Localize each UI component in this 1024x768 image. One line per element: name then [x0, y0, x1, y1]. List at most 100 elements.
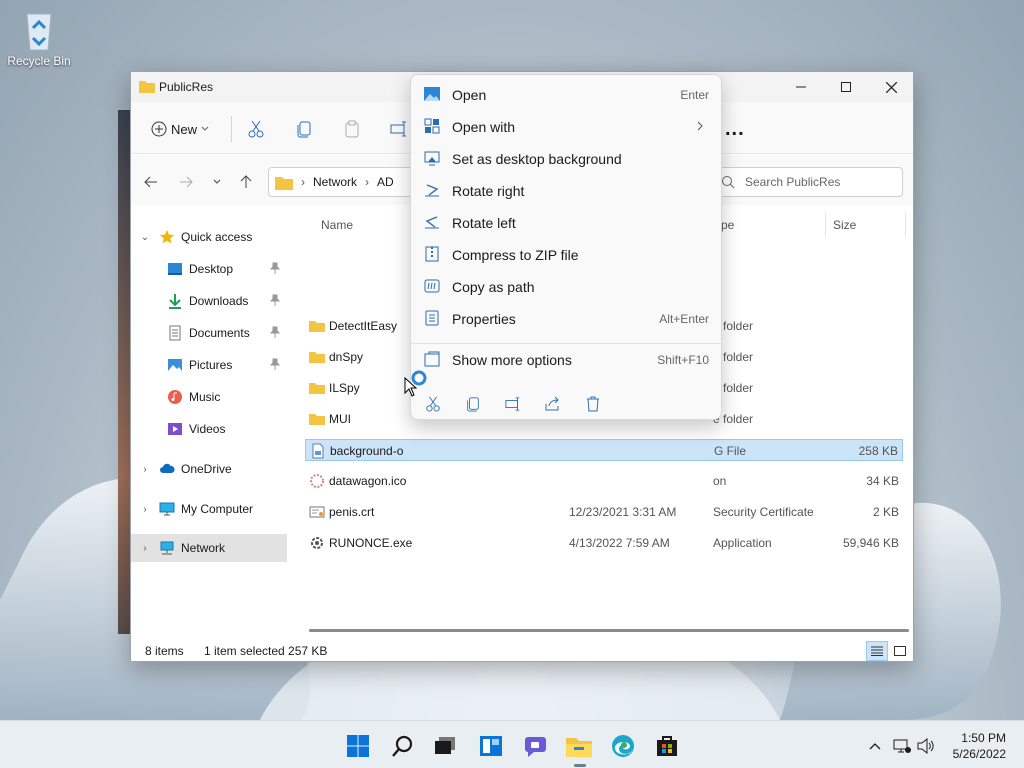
widgets-button[interactable]	[476, 731, 506, 761]
menu-item-open-with[interactable]: Open with	[415, 111, 717, 141]
breadcrumb-network[interactable]: Network	[313, 175, 357, 189]
file-row-selected[interactable]: background-o G File 258 KB	[305, 439, 903, 461]
quick-delete-button[interactable]	[582, 393, 604, 415]
rename-button[interactable]	[390, 118, 408, 140]
tiles-view-button[interactable]	[889, 641, 911, 661]
copy-icon	[297, 121, 311, 138]
context-menu: Open Enter Open with Set as desktop back…	[410, 74, 722, 420]
quick-copy-button[interactable]	[462, 393, 484, 415]
paste-button[interactable]	[343, 118, 361, 140]
file-row[interactable]: datawagon.ico on 34 KB	[305, 470, 903, 492]
download-icon	[169, 294, 181, 309]
recent-locations-button[interactable]	[206, 171, 228, 193]
nav-downloads[interactable]: Downloads	[131, 287, 287, 315]
properties-icon	[425, 310, 439, 326]
menu-item-properties[interactable]: Properties Alt+Enter	[415, 303, 717, 333]
chevron-right-icon: ›	[143, 463, 147, 475]
chevron-right-icon: ›	[143, 503, 147, 515]
recycle-bin[interactable]: Recycle Bin	[6, 8, 72, 68]
copy-button[interactable]	[295, 118, 313, 140]
column-header-name[interactable]: Name	[321, 218, 353, 232]
nav-network[interactable]: › Network	[131, 534, 287, 562]
search-button[interactable]	[388, 731, 418, 761]
item-count: 8 items	[145, 644, 184, 658]
file-type: G File	[714, 444, 747, 458]
menu-item-compress-zip[interactable]: Compress to ZIP file	[415, 239, 717, 269]
windows-logo-icon	[347, 735, 369, 757]
menu-label: Compress to ZIP file	[452, 247, 579, 263]
certificate-icon	[309, 506, 325, 518]
rotate-left-icon	[425, 216, 439, 229]
column-divider	[905, 213, 906, 237]
menu-item-rotate-right[interactable]: Rotate right	[415, 175, 717, 205]
file-date: 12/23/2021 3:31 AM	[569, 505, 677, 519]
breadcrumb-ad[interactable]: AD	[377, 175, 394, 189]
nav-music[interactable]: Music	[131, 383, 287, 411]
quick-rename-button[interactable]	[502, 393, 524, 415]
cut-button[interactable]	[247, 118, 265, 140]
details-view-button[interactable]	[866, 641, 888, 661]
chevron-right-icon: ›	[143, 542, 147, 554]
nav-my-computer[interactable]: › My Computer	[131, 495, 287, 523]
nav-label: Desktop	[189, 262, 234, 276]
edge-button[interactable]	[608, 731, 638, 761]
nav-videos[interactable]: Videos	[131, 415, 287, 443]
nav-documents[interactable]: Documents	[131, 319, 287, 347]
tray-overflow-button[interactable]	[860, 731, 890, 761]
search-placeholder: Search PublicRes	[745, 175, 841, 189]
column-header-type[interactable]: pe	[721, 218, 734, 232]
nav-onedrive[interactable]: › OneDrive	[131, 455, 287, 483]
nav-label: Videos	[189, 422, 226, 436]
volume-button[interactable]	[911, 731, 941, 761]
teams-chat-button[interactable]	[520, 731, 550, 761]
file-row[interactable]: RUNONCE.exe 4/13/2022 7:59 AM Applicatio…	[305, 532, 903, 554]
new-label: New	[171, 121, 198, 137]
pin-icon	[269, 262, 281, 274]
column-header-size[interactable]: Size	[833, 218, 856, 232]
menu-item-copy-as-path[interactable]: Copy as path	[415, 271, 717, 301]
nav-desktop[interactable]: Desktop	[131, 255, 287, 283]
menu-shortcut: Enter	[680, 88, 709, 102]
nav-pictures[interactable]: Pictures	[131, 351, 287, 379]
menu-shortcut: Shift+F10	[657, 353, 709, 367]
file-row[interactable]: penis.crt 12/23/2021 3:31 AM Security Ce…	[305, 501, 903, 523]
menu-label: Set as desktop background	[452, 151, 622, 167]
computer-icon	[159, 502, 175, 516]
toolbar-divider	[231, 116, 232, 142]
forward-button[interactable]	[175, 171, 197, 193]
scissors-icon	[248, 120, 264, 138]
close-button[interactable]	[868, 72, 914, 102]
more-options-button[interactable]: ...	[725, 118, 745, 140]
menu-item-show-more-options[interactable]: Show more options Shift+F10	[415, 344, 717, 374]
menu-item-set-background[interactable]: Set as desktop background	[415, 143, 717, 173]
menu-label: Open	[452, 87, 487, 103]
copy-icon	[467, 397, 479, 412]
chevron-down-icon	[201, 126, 209, 131]
start-button[interactable]	[343, 731, 373, 761]
star-icon	[159, 230, 175, 244]
file-explorer-button[interactable]	[564, 731, 594, 767]
menu-item-open[interactable]: Open Enter	[415, 79, 717, 109]
breadcrumb-separator: ›	[365, 175, 370, 189]
horizontal-scrollbar[interactable]	[309, 629, 909, 632]
quick-share-button[interactable]	[542, 393, 564, 415]
back-button[interactable]	[140, 171, 162, 193]
up-button[interactable]	[235, 171, 257, 193]
arrow-left-icon	[144, 176, 157, 188]
rename-icon	[505, 397, 520, 411]
quick-cut-button[interactable]	[422, 393, 444, 415]
task-view-button[interactable]	[430, 731, 460, 761]
search-box[interactable]: Search PublicRes	[714, 167, 903, 197]
nav-quick-access[interactable]: ⌄ Quick access	[131, 223, 287, 251]
clock[interactable]: 1:50 PM 5/26/2022	[953, 730, 1006, 762]
store-button[interactable]	[652, 731, 682, 761]
address-box[interactable]: › Network › AD	[268, 167, 416, 197]
window-title: PublicRes	[159, 80, 214, 94]
menu-item-rotate-left[interactable]: Rotate left	[415, 207, 717, 237]
tiles-view-icon	[894, 646, 906, 656]
maximize-button[interactable]	[823, 72, 869, 102]
minimize-button[interactable]	[778, 72, 824, 102]
folder-icon	[566, 738, 592, 757]
new-button[interactable]: New	[151, 118, 209, 140]
menu-label: Rotate left	[452, 215, 516, 231]
